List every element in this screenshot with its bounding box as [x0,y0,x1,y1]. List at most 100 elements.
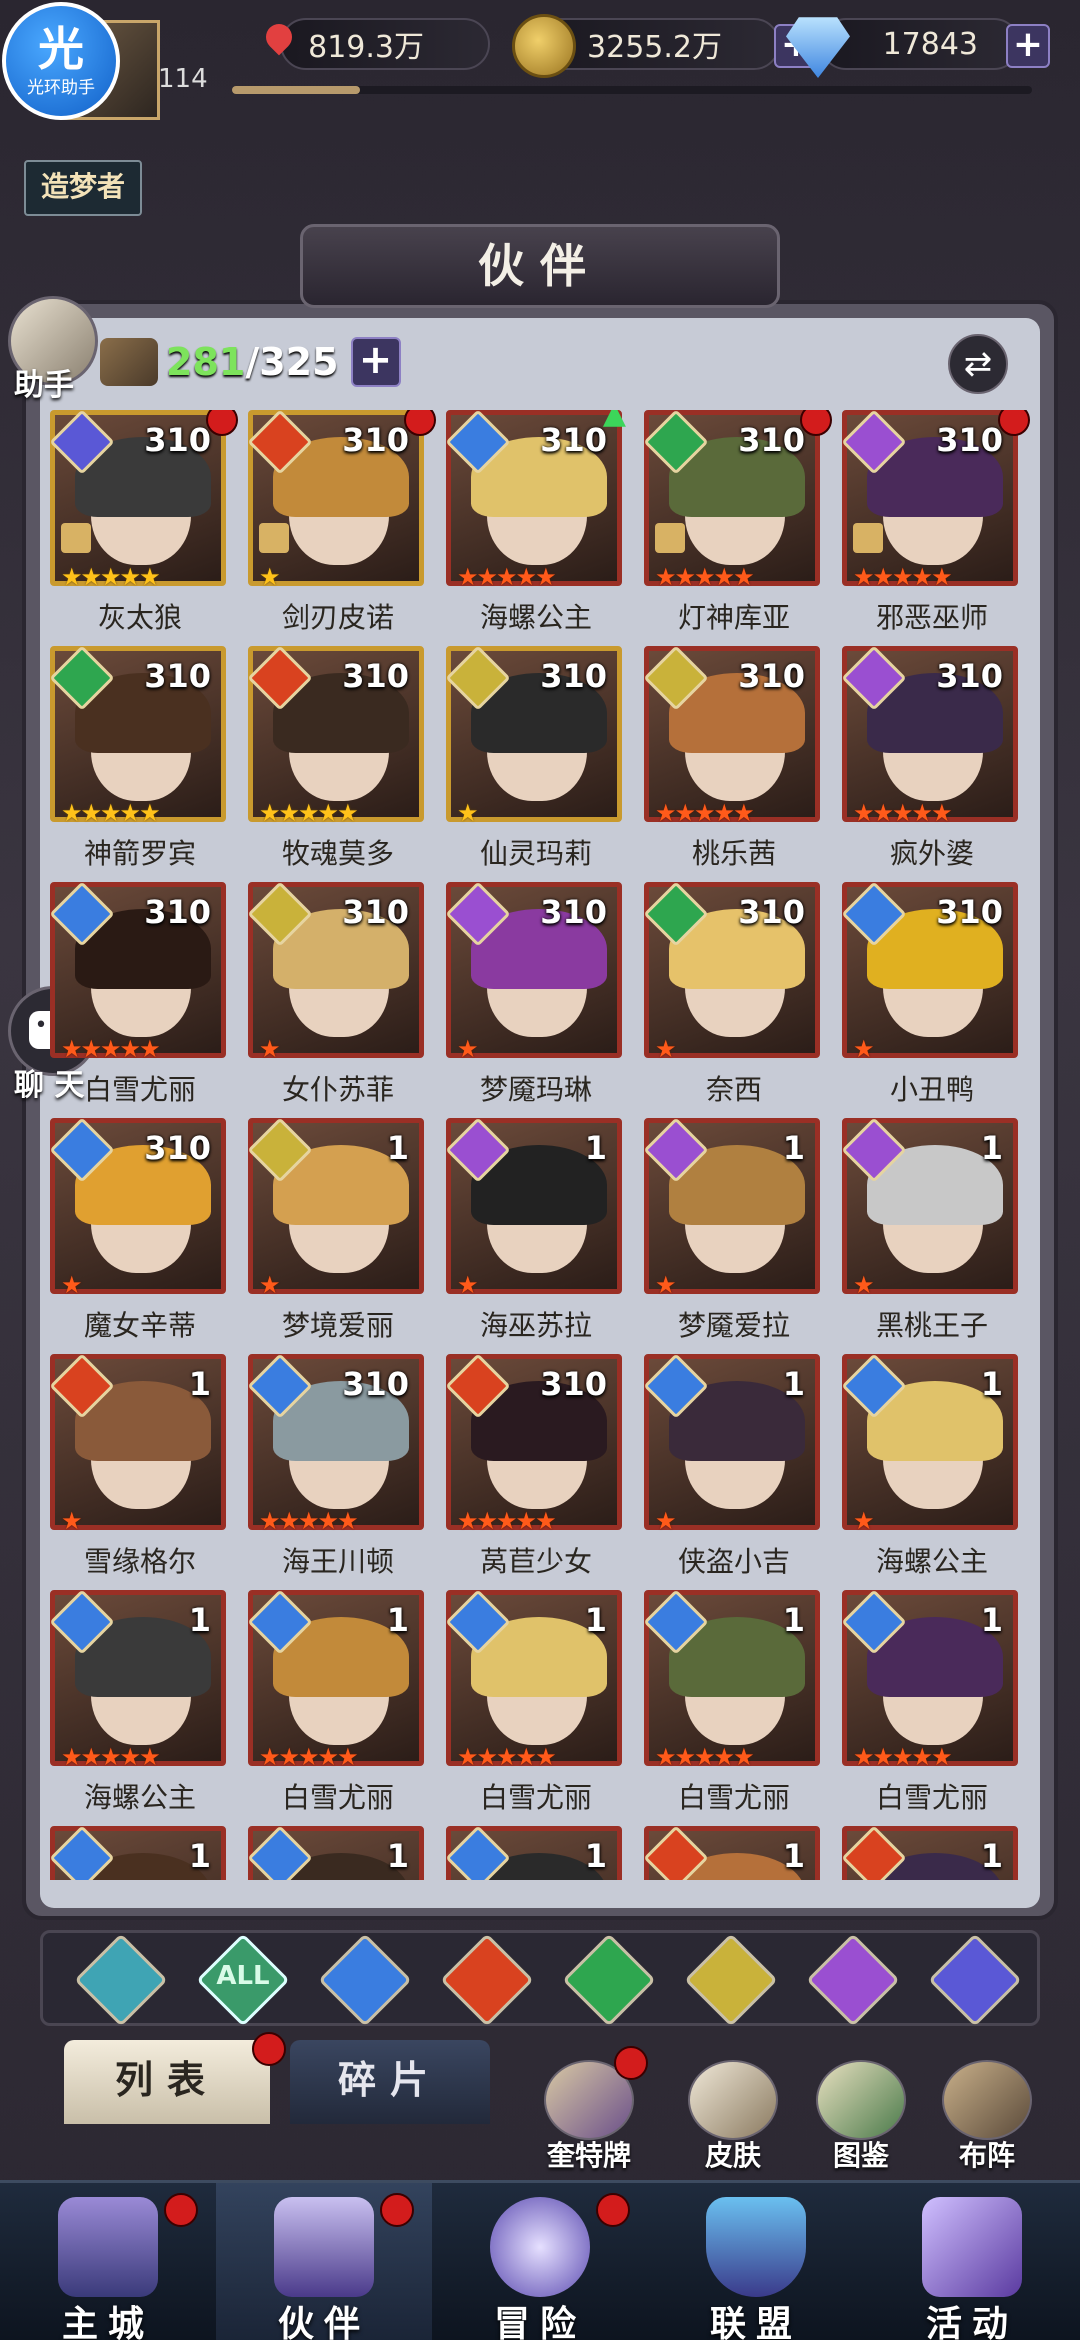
filter-dark-button[interactable] [806,1933,900,2027]
partner-card[interactable]: 1 ★ 侠盗小吉 [643,1353,824,1580]
partner-card[interactable]: 1 [50,1825,230,1880]
partner-card[interactable]: 1 ★ 梦境爱丽 [247,1117,428,1344]
star-icon: ★ [911,1743,933,1771]
diamond-icon [786,17,850,78]
partner-card[interactable]: 310 ★★★★★ 牧魂莫多 [247,645,428,872]
partner-card[interactable]: 1 ★★★★★ 白雪尤丽 [247,1589,428,1816]
partner-card[interactable]: 310 ★ 剑刃皮诺 [247,410,436,636]
partner-card[interactable]: 310 ★ 女仆苏菲 [247,881,428,1108]
partner-card[interactable]: 1 ★★★★★ 白雪尤丽 [445,1589,626,1816]
expand-capacity-button[interactable]: + [350,337,401,387]
partner-card[interactable]: 1 ★ 海巫苏拉 [445,1117,626,1344]
partner-card[interactable]: 310 ★ 梦魇玛琳 [445,881,626,1108]
nav-adventure[interactable]: 冒险 [432,2183,648,2340]
star-rating: ★★★★★ [457,1509,557,1533]
partner-level: 310 [540,1365,607,1403]
partner-name: 灯神库亚 [677,601,790,634]
partner-card[interactable]: 1 ★ 雪缘格尔 [50,1353,230,1580]
tab-list[interactable]: 列表 [64,2032,286,2124]
partner-card[interactable]: 1 ★ 海螺公主 [841,1353,1022,1580]
partner-card[interactable]: 1 ★★★★★ 海螺公主 [50,1589,230,1816]
star-rating: ★ [853,1273,874,1297]
gems-pill[interactable]: 17843 + [786,17,1050,78]
partner-count-row: 281/325 + [100,336,401,388]
nav-main-city[interactable]: 主城 [0,2183,216,2340]
partner-card[interactable]: 310 ★★★★★ 邪恶巫师 [841,410,1030,636]
star-icon: ★ [298,1507,319,1535]
partner-card[interactable]: 310 ★★★★★ ▲ 海螺公主 [445,410,626,636]
star-icon: ★ [892,799,913,827]
partner-card[interactable]: 310 ★★★★★ 桃乐茜 [643,645,824,872]
star-icon: ★ [259,1035,280,1063]
filter-water-button[interactable] [318,1933,412,2027]
star-icon: ★ [733,799,754,827]
filter-light-button[interactable] [684,1933,778,2027]
partner-card[interactable]: 1 [643,1825,824,1880]
tab-fragments[interactable]: 碎片 [290,2040,490,2124]
star-rating: ★★★★★ [853,799,953,827]
star-rating: ★★★★★ [853,563,953,591]
partner-portrait: 1 ★ [841,1353,1018,1533]
partner-portrait: 310 ★★★★★ [841,645,1018,827]
xp-bar [232,86,1032,94]
star-icon: ★ [80,563,102,591]
partner-card[interactable]: 310 ★★★★★ 莴苣少女 [445,1353,626,1580]
star-icon: ★ [457,799,478,827]
partner-card[interactable]: 310 ★★★★★ 灰太狼 [50,410,238,636]
star-icon: ★ [61,1035,82,1063]
partner-card[interactable]: 1 ★ 黑桃王子 [841,1117,1022,1344]
partner-card[interactable]: 310 ★★★★★ 灯神库亚 [643,410,832,636]
nav-alliance[interactable]: 联盟 [648,2183,864,2340]
partner-card[interactable]: 1 ★★★★★ 白雪尤丽 [643,1589,824,1816]
sort-toggle-button[interactable]: ⇄ [948,334,1008,394]
partner-card[interactable]: 310 ★ 仙灵玛莉 [445,645,626,872]
star-icon: ★ [119,563,141,591]
partner-card[interactable]: 1 [841,1825,1022,1880]
notification-dot [206,410,238,436]
helper-app-badge[interactable]: 光 光环助手 [2,2,120,120]
star-rating: ★★★★★ [655,799,755,827]
star-icon: ★ [853,1507,874,1535]
nav-events[interactable]: 活动 [864,2183,1080,2340]
star-icon: ★ [139,1743,160,1771]
partner-level: 310 [144,421,211,459]
partner-card[interactable]: 1 [247,1825,428,1880]
tool-codex[interactable]: 图鉴 [806,2060,916,2172]
nav-partners[interactable]: 伙伴 [216,2183,432,2340]
rank-banner[interactable]: 造梦者 [24,160,142,216]
partner-name: 梦魇爱拉 [677,1309,790,1342]
gems-add-button[interactable]: + [1006,24,1050,68]
partner-card[interactable]: 310 ★★★★★ 疯外婆 [841,645,1022,872]
partner-card[interactable]: 1 ★ 梦魇爱拉 [643,1117,824,1344]
star-icon: ★ [655,1271,676,1299]
partner-card[interactable]: 310 ★★★★★ 神箭罗宾 [50,645,230,872]
filter-neutral-button[interactable] [74,1933,168,2027]
star-icon: ★ [655,563,676,591]
partner-level: 310 [342,893,409,931]
nav-alliance-label: 联盟 [709,2304,802,2340]
tool-skins[interactable]: 皮肤 [678,2060,788,2172]
filter-fire-button[interactable] [440,1933,534,2027]
partner-portrait: 310 ★★★★★ [643,410,820,589]
star-rating: ★★★★★ [457,565,557,589]
star-rating: ★ [655,1271,676,1299]
partner-card[interactable]: 310 ★★★★★ 白雪尤丽 [50,881,230,1108]
star-icon: ★ [337,1743,358,1771]
partner-card[interactable]: 310 ★ 小丑鸭 [841,881,1022,1108]
partner-level: 310 [144,1129,211,1167]
gold-pill[interactable]: 3255.2万 + [512,14,818,78]
star-icon: ★ [713,563,735,591]
filter-space-button[interactable] [928,1933,1022,2027]
filter-wind-button[interactable] [562,1933,656,2027]
partner-name: 剑刃皮诺 [281,601,394,634]
partner-level: 1 [188,1837,211,1875]
tool-formation[interactable]: 布阵 [932,2060,1042,2172]
partner-card[interactable]: 310 ★ 魔女辛蒂 [50,1117,230,1344]
partner-card[interactable]: 1 ★★★★★ 白雪尤丽 [841,1589,1022,1816]
stamina-pill[interactable]: 819.3万 [280,18,490,70]
partner-card[interactable]: 310 ★ 奈西 [643,881,824,1108]
tool-card-deck[interactable]: 奎特牌 [534,2046,648,2172]
partner-card[interactable]: 1 [445,1825,626,1880]
star-icon: ★ [872,563,894,591]
partner-card[interactable]: 310 ★★★★★ 海王川顿 [247,1353,428,1580]
